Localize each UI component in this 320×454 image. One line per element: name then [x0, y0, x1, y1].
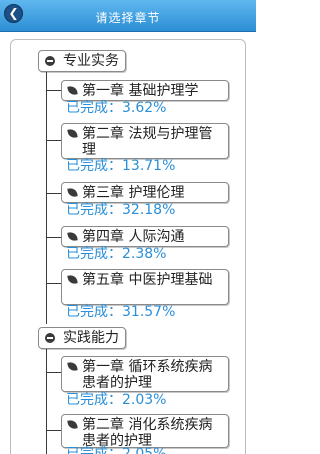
tree-connector — [46, 140, 61, 141]
chapter-progress: 已完成：2.03% — [66, 392, 167, 408]
chapter-progress: 已完成：32.18% — [66, 202, 176, 218]
section-label: 实践能力 — [63, 330, 119, 346]
chapter-item[interactable]: 第二章 消化系统疾病患者的护理 — [61, 414, 229, 449]
chapter-item[interactable]: 第三章 护理伦理 — [61, 182, 229, 203]
chapter-progress: 已完成：13.71% — [66, 158, 176, 174]
leaf-icon — [67, 128, 78, 139]
tree-connector — [46, 72, 47, 324]
tree-connector — [46, 283, 61, 284]
chapter-progress: 已完成：3.62% — [66, 100, 167, 116]
leaf-icon — [67, 419, 78, 430]
chapter-title: 第一章 循环系统疾病患者的护理 — [82, 359, 213, 391]
chapter-item[interactable]: 第五章 中医护理基础 — [61, 269, 229, 305]
chapter-title: 第二章 消化系统疾病患者的护理 — [82, 417, 213, 449]
section-practical-ability[interactable]: 实践能力 — [38, 327, 126, 349]
tree-connector — [46, 90, 61, 91]
page-title: 请选择章节 — [95, 11, 161, 25]
tree-connector — [46, 349, 47, 454]
tree-connector — [46, 237, 61, 238]
chapter-progress: 已完成：2.38% — [66, 246, 167, 262]
section-professional-practice[interactable]: 专业实务 — [38, 50, 126, 72]
chapter-item[interactable]: 第四章 人际沟通 — [61, 226, 229, 247]
collapse-icon[interactable] — [45, 56, 55, 66]
chapter-title: 第一章 基础护理学 — [82, 83, 199, 99]
chapter-item[interactable]: 第一章 循环系统疾病患者的护理 — [61, 356, 229, 392]
leaf-icon — [67, 231, 78, 242]
tree-connector — [46, 430, 61, 431]
chapter-title: 第四章 人际沟通 — [82, 229, 185, 245]
chapter-title: 第五章 中医护理基础 — [82, 272, 213, 288]
tree-connector — [46, 193, 61, 194]
chapter-item[interactable]: 第一章 基础护理学 — [61, 80, 229, 101]
tree-connector — [46, 372, 61, 373]
section-label: 专业实务 — [63, 53, 119, 69]
collapse-icon[interactable] — [45, 333, 55, 343]
chapter-progress: 已完成：31.57% — [66, 304, 176, 320]
title-bar: ❮ 请选择章节 — [0, 0, 256, 32]
leaf-icon — [67, 274, 78, 285]
leaf-icon — [67, 187, 78, 198]
leaf-icon — [67, 85, 78, 96]
chapter-title: 第二章 法规与护理管理 — [82, 126, 213, 158]
leaf-icon — [67, 361, 78, 372]
chapter-progress: 已完成：2.05% — [66, 446, 167, 454]
chapter-item[interactable]: 第二章 法规与护理管理 — [61, 123, 229, 159]
chapter-title: 第三章 护理伦理 — [82, 185, 185, 201]
